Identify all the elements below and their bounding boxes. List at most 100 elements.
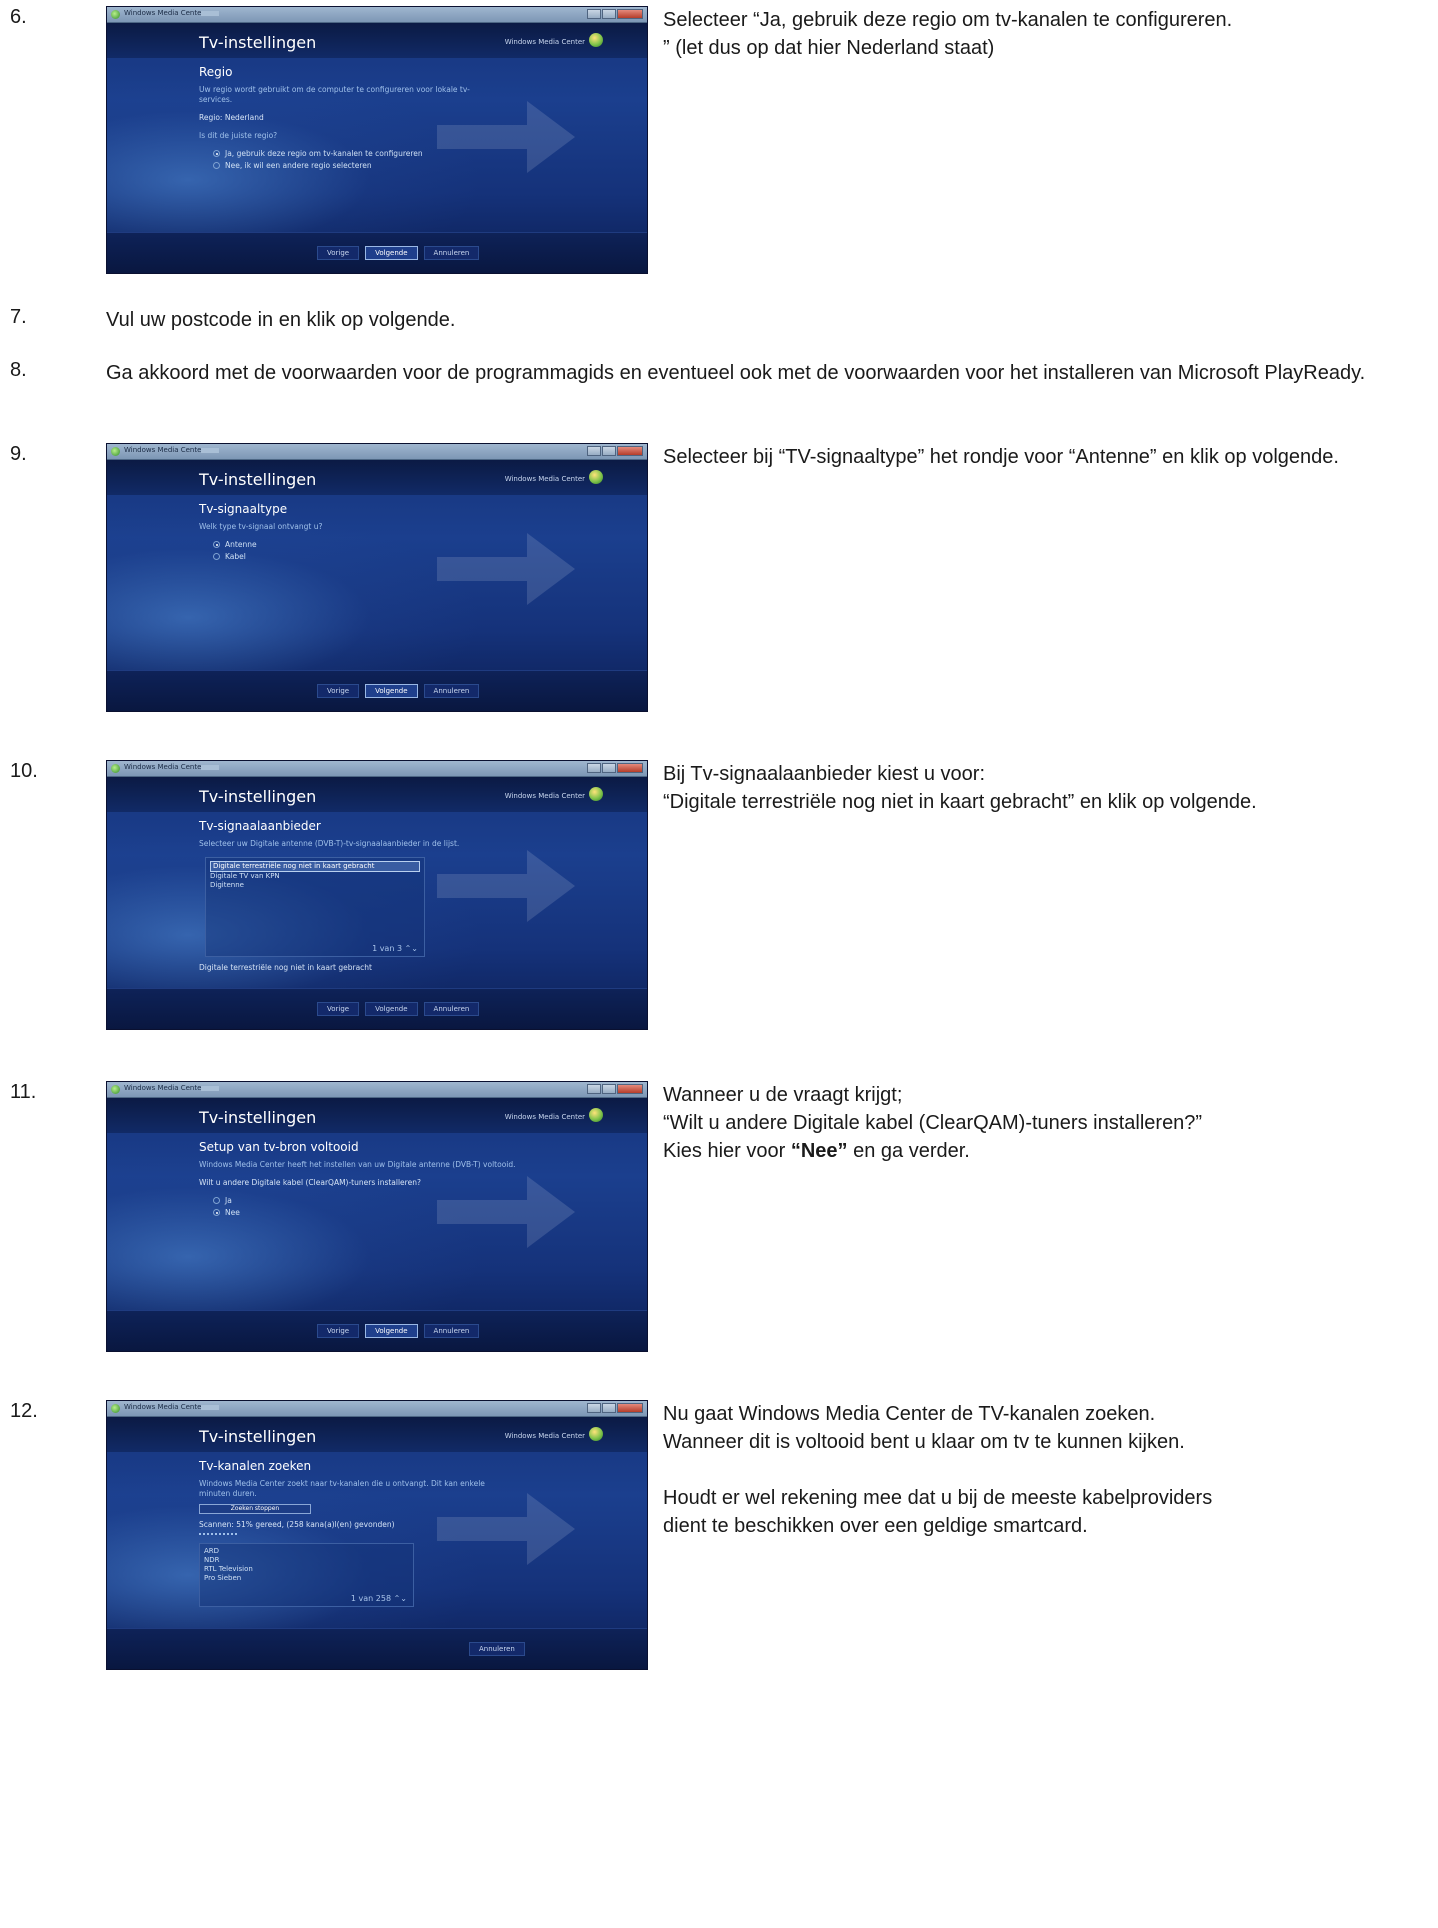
cancel-button[interactable]: Annuleren: [423, 684, 480, 698]
list-item[interactable]: Pro Sieben: [204, 1574, 409, 1583]
wmc-window-regio: Windows Media Center Tv-instellingen Wind…: [106, 6, 648, 274]
chevron-down-icon[interactable]: ⌄: [400, 1594, 407, 1603]
close-icon[interactable]: [617, 446, 643, 456]
cancel-button[interactable]: Annuleren: [469, 1642, 525, 1656]
next-button[interactable]: Volgende: [365, 1002, 418, 1016]
close-icon[interactable]: [617, 9, 643, 19]
title-tab: [201, 11, 219, 16]
emphasis-nee: “Nee”: [790, 1140, 848, 1162]
minimize-icon[interactable]: [587, 1403, 601, 1413]
step-number: 10.: [10, 760, 38, 782]
app-icon: [111, 447, 120, 456]
radio-icon[interactable]: [213, 553, 220, 560]
step-description: Selecteer “Ja, gebruik deze regio om tv-…: [663, 6, 1433, 62]
provider-list[interactable]: Digitale terrestriële nog niet in kaart …: [205, 857, 425, 957]
maximize-icon[interactable]: [602, 446, 616, 456]
title-bar: Windows Media Center: [107, 1082, 647, 1098]
footer: Vorige Volgende Annuleren: [107, 232, 647, 273]
step-number: 7.: [10, 306, 27, 328]
prev-button[interactable]: Vorige: [317, 1002, 360, 1016]
radio-selected-icon[interactable]: [213, 1209, 220, 1216]
footer-buttons: Vorige Volgende Annuleren: [317, 246, 485, 260]
question: Welk type tv-signaal ontvangt u?: [199, 522, 323, 531]
scan-progress-bar: [199, 1533, 239, 1535]
radio-option-ja[interactable]: Ja: [213, 1196, 635, 1205]
step-description: Nu gaat Windows Media Center de TV-kanal…: [663, 1400, 1433, 1540]
page-title: Tv-instellingen: [199, 470, 317, 489]
step-description: Ga akkoord met de voorwaarden voor de pr…: [106, 362, 1366, 384]
description-line: Kies hier voor “Nee” en ga verder.: [663, 1137, 1433, 1165]
footer: Annuleren: [107, 1628, 647, 1669]
prev-button[interactable]: Vorige: [317, 246, 360, 260]
window-title: Windows Media Center: [124, 1403, 205, 1411]
brand: Windows Media Center: [504, 1432, 585, 1440]
channel-list[interactable]: ARD NDR RTL Television Pro Sieben 1 van …: [199, 1543, 414, 1607]
minimize-icon[interactable]: [587, 9, 601, 19]
section-heading: Setup van tv-bron voltooid: [199, 1140, 359, 1154]
list-item[interactable]: Digitale terrestriële nog niet in kaart …: [210, 861, 420, 872]
chevron-down-icon[interactable]: ⌄: [411, 944, 418, 953]
prev-button[interactable]: Vorige: [317, 1324, 360, 1338]
brand: Windows Media Center: [504, 792, 585, 800]
description-line: Wanneer dit is voltooid bent u klaar om …: [663, 1431, 1185, 1453]
window-controls: [586, 1403, 643, 1413]
app-icon: [111, 10, 120, 19]
footer: Vorige Volgende Annuleren: [107, 670, 647, 711]
page-title: Tv-instellingen: [199, 1108, 317, 1127]
radio-option-nee[interactable]: Nee: [213, 1208, 635, 1217]
radio-option-kabel[interactable]: Kabel: [213, 552, 635, 561]
pager[interactable]: 1 van 3 ⌃⌄: [372, 944, 418, 953]
radio-selected-icon[interactable]: [213, 150, 220, 157]
maximize-icon[interactable]: [602, 1084, 616, 1094]
next-button[interactable]: Volgende: [365, 684, 418, 698]
minimize-icon[interactable]: [587, 763, 601, 773]
question: Is dit de juiste regio?: [199, 131, 278, 140]
maximize-icon[interactable]: [602, 1403, 616, 1413]
close-icon[interactable]: [617, 1403, 643, 1413]
description-line: Bij Tv-signaalaanbieder kiest u voor:: [663, 763, 986, 785]
window-title: Windows Media Center: [124, 763, 205, 771]
pager[interactable]: 1 van 258 ⌃⌄: [351, 1594, 407, 1603]
radio-selected-icon[interactable]: [213, 541, 220, 548]
radio-icon[interactable]: [213, 1197, 220, 1204]
window-title: Windows Media Center: [124, 446, 205, 454]
text-part: Kies hier voor: [663, 1140, 791, 1162]
window-controls: [586, 9, 643, 19]
title-tab: [201, 448, 219, 453]
maximize-icon[interactable]: [602, 9, 616, 19]
stop-search-button[interactable]: Zoeken stoppen: [199, 1504, 311, 1514]
radio-option-no[interactable]: Nee, ik wil een andere regio selecteren: [213, 161, 635, 170]
cancel-button[interactable]: Annuleren: [423, 1002, 480, 1016]
option-label: Nee, ik wil een andere regio selecteren: [225, 161, 372, 170]
cancel-button[interactable]: Annuleren: [423, 246, 480, 260]
wmc-logo-icon: [589, 470, 603, 484]
radio-icon[interactable]: [213, 162, 220, 169]
list-item[interactable]: RTL Television: [204, 1565, 409, 1574]
minimize-icon[interactable]: [587, 446, 601, 456]
radio-option-antenne[interactable]: Antenne: [213, 540, 635, 549]
close-icon[interactable]: [617, 1084, 643, 1094]
minimize-icon[interactable]: [587, 1084, 601, 1094]
maximize-icon[interactable]: [602, 763, 616, 773]
next-button[interactable]: Volgende: [365, 1324, 418, 1338]
step-number: 12.: [10, 1400, 38, 1422]
step-description: Wanneer u de vraagt krijgt; “Wilt u ande…: [663, 1081, 1433, 1165]
page-title: Tv-instellingen: [199, 1427, 317, 1446]
cancel-button[interactable]: Annuleren: [423, 1324, 480, 1338]
brand: Windows Media Center: [504, 475, 585, 483]
radio-option-yes[interactable]: Ja, gebruik deze regio om tv-kanalen te …: [213, 149, 635, 158]
list-item[interactable]: NDR: [204, 1556, 409, 1565]
wmc-window-voltooid: Windows Media Center Tv-instellingen Wind…: [106, 1081, 648, 1352]
intro-text: Selecteer uw Digitale antenne (DVB-T)-tv…: [199, 839, 460, 848]
description-line: “Wilt u andere Digitale kabel (ClearQAM)…: [663, 1112, 1203, 1134]
next-button[interactable]: Volgende: [365, 246, 418, 260]
prev-button[interactable]: Vorige: [317, 684, 360, 698]
title-bar: Windows Media Center: [107, 1401, 647, 1417]
section-heading: Tv-signaalaanbieder: [199, 819, 321, 833]
step-description: Selecteer bij “TV-signaaltype” het rondj…: [663, 443, 1433, 471]
close-icon[interactable]: [617, 763, 643, 773]
list-item[interactable]: Digitenne: [210, 881, 420, 890]
list-item[interactable]: Digitale TV van KPN: [210, 872, 420, 881]
list-item[interactable]: ARD: [204, 1547, 409, 1556]
